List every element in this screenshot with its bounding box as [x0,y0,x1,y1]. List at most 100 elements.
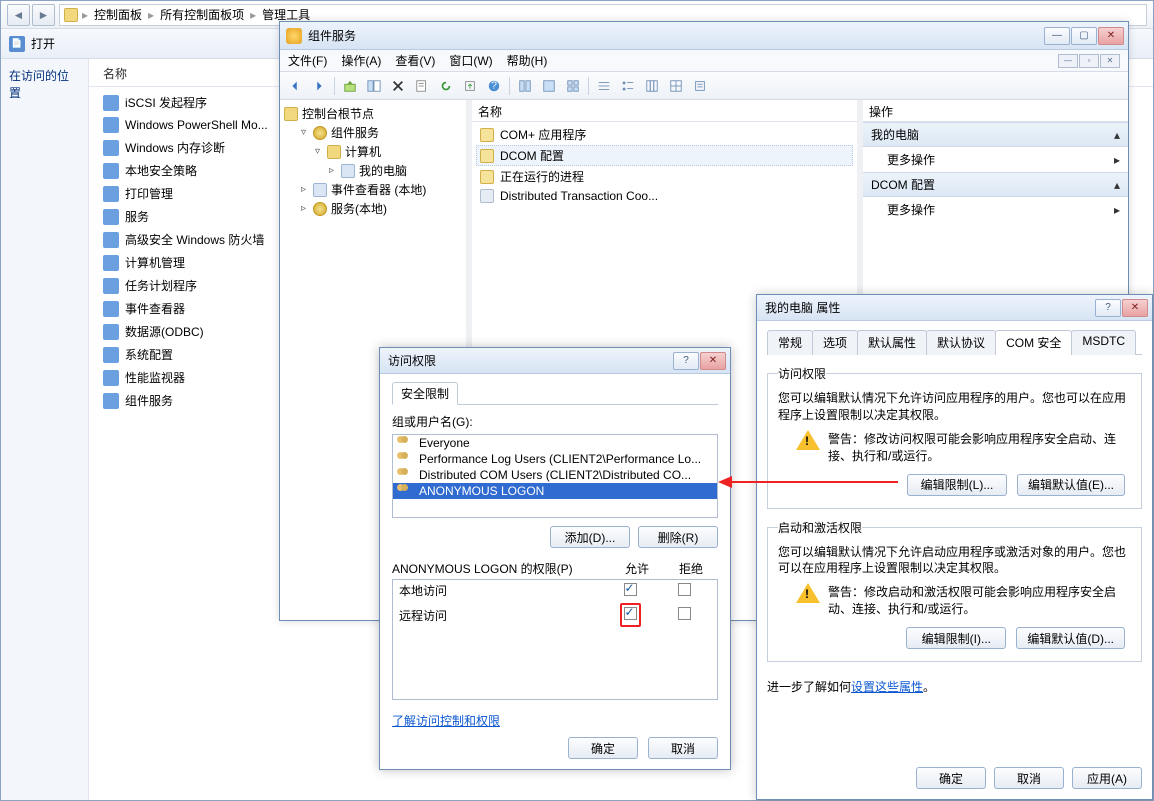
apply-button[interactable]: 应用(A) [1072,767,1142,789]
ok-button[interactable]: 确定 [916,767,986,789]
tree-comp-svc[interactable]: 组件服务 [331,124,379,141]
minimize-button[interactable]: — [1044,27,1070,45]
expand-icon[interactable]: ▹ [326,165,337,176]
view-large-icon[interactable] [538,75,560,97]
delete-icon[interactable] [387,75,409,97]
warning-icon [796,583,820,607]
show-tree-icon[interactable] [363,75,385,97]
menu-file[interactable]: 文件(F) [288,52,327,69]
edit-defaults-d-button[interactable]: 编辑默认值(D)... [1016,627,1125,649]
expand-icon[interactable]: ▿ [298,127,309,138]
menu-window[interactable]: 窗口(W) [449,52,492,69]
help-button[interactable]: ? [1095,299,1121,317]
nav-back-button[interactable]: ◄ [7,4,30,26]
access-desc: 您可以编辑默认情况下允许访问应用程序的用户。您也可以在应用程序上设置限制以决定其… [778,390,1131,424]
user-row[interactable]: Performance Log Users (CLIENT2\Performan… [393,451,717,467]
add-button[interactable]: 添加(D)... [550,526,630,548]
view-small-icon[interactable] [562,75,584,97]
tree-my-computer[interactable]: 我的电脑 [359,162,407,179]
nav-label: 在访问的位置 [9,67,80,101]
allow-remote-checkbox[interactable] [624,607,637,620]
breadcrumb-seg[interactable]: 所有控制面板项 [158,6,246,23]
tab-default-properties[interactable]: 默认属性 [857,330,927,355]
maximize-button[interactable]: ▢ [1071,27,1097,45]
tree-services[interactable]: 服务(本地) [331,200,387,217]
ok-button[interactable]: 确定 [568,737,638,759]
edit-limits-button[interactable]: 编辑限制(L)... [907,474,1007,496]
learn-more-link[interactable]: 设置这些属性 [851,680,923,694]
list-item[interactable]: Distributed Transaction Coo... [476,187,853,205]
list-item-selected[interactable]: DCOM 配置 [476,145,853,166]
list-item[interactable]: COM+ 应用程序 [476,124,853,145]
deny-remote-checkbox[interactable] [678,607,691,620]
user-row-selected[interactable]: ANONYMOUS LOGON [393,483,717,499]
nav-forward-button[interactable]: ► [32,4,55,26]
mdi-minimize-button[interactable]: — [1058,54,1078,68]
help-icon[interactable]: ? [483,75,505,97]
close-button[interactable]: ✕ [700,352,726,370]
tab-com-security[interactable]: COM 安全 [995,330,1072,355]
user-list[interactable]: Everyone Performance Log Users (CLIENT2\… [392,434,718,518]
view-detail-icon[interactable] [617,75,639,97]
up-level-icon[interactable] [339,75,361,97]
menu-action[interactable]: 操作(A) [341,52,381,69]
tab-general[interactable]: 常规 [767,330,813,355]
perm-titlebar[interactable]: 访问权限 ? ✕ [380,348,730,374]
perm-row-remote: 远程访问 [393,601,717,629]
close-button[interactable]: ✕ [1098,27,1124,45]
view-grid-icon[interactable] [665,75,687,97]
tab-security-limits[interactable]: 安全限制 [392,382,458,405]
remove-button[interactable]: 删除(R) [638,526,718,548]
cancel-button[interactable]: 取消 [648,737,718,759]
deny-local-checkbox[interactable] [678,583,691,596]
collapse-icon[interactable]: ▴ [1114,128,1120,142]
breadcrumb-seg[interactable]: 控制面板 [92,6,144,23]
cs-titlebar[interactable]: 组件服务 — ▢ ✕ [280,22,1128,50]
highlight-marker [620,603,641,627]
edit-limits-i-button[interactable]: 编辑限制(I)... [906,627,1006,649]
tree-computers[interactable]: 计算机 [345,143,381,160]
help-button[interactable]: ? [673,352,699,370]
view-status-icon[interactable] [514,75,536,97]
refresh-icon[interactable] [435,75,457,97]
cancel-button[interactable]: 取消 [994,767,1064,789]
forward-icon[interactable] [308,75,330,97]
properties-icon[interactable] [411,75,433,97]
expand-icon[interactable]: ▿ [312,146,323,157]
tab-msdtc[interactable]: MSDTC [1071,330,1136,355]
tree-root[interactable]: 控制台根节点 [302,105,374,122]
action-more[interactable]: 更多操作▸ [863,197,1128,222]
collapse-icon[interactable]: ▴ [1114,178,1120,192]
view-list-icon[interactable] [593,75,615,97]
edit-defaults-button[interactable]: 编辑默认值(E)... [1017,474,1125,496]
action-more[interactable]: 更多操作▸ [863,147,1128,172]
action-group[interactable]: 我的电脑▴ [863,122,1128,147]
cs-menubar: 文件(F) 操作(A) 查看(V) 窗口(W) 帮助(H) — ▫ ✕ [280,50,1128,72]
user-row[interactable]: Distributed COM Users (CLIENT2\Distribut… [393,467,717,483]
view-last-icon[interactable] [689,75,711,97]
learn-access-link[interactable]: 了解访问控制和权限 [392,714,500,728]
mdi-close-button[interactable]: ✕ [1100,54,1120,68]
allow-local-checkbox[interactable] [624,583,637,596]
menu-view[interactable]: 查看(V) [395,52,435,69]
prop-titlebar[interactable]: 我的电脑 属性 ? ✕ [757,295,1152,321]
column-header-name[interactable]: 名称 [472,100,857,122]
back-icon[interactable] [284,75,306,97]
mdi-restore-button[interactable]: ▫ [1079,54,1099,68]
col-allow: 允许 [610,560,664,577]
tab-default-protocols[interactable]: 默认协议 [926,330,996,355]
view-columns-icon[interactable] [641,75,663,97]
export-icon[interactable] [459,75,481,97]
tree-event-viewer[interactable]: 事件查看器 (本地) [331,181,426,198]
expand-icon[interactable]: ▹ [298,203,309,214]
close-button[interactable]: ✕ [1122,299,1148,317]
expand-icon[interactable]: ▹ [298,184,309,195]
tab-options[interactable]: 选项 [812,330,858,355]
list-item[interactable]: 正在运行的进程 [476,166,853,187]
access-perm-legend: 访问权限 [778,365,826,382]
action-group[interactable]: DCOM 配置▴ [863,172,1128,197]
chevron-right-icon: ▸ [148,8,154,22]
open-label[interactable]: 打开 [31,35,55,52]
menu-help[interactable]: 帮助(H) [507,52,548,69]
user-row[interactable]: Everyone [393,435,717,451]
